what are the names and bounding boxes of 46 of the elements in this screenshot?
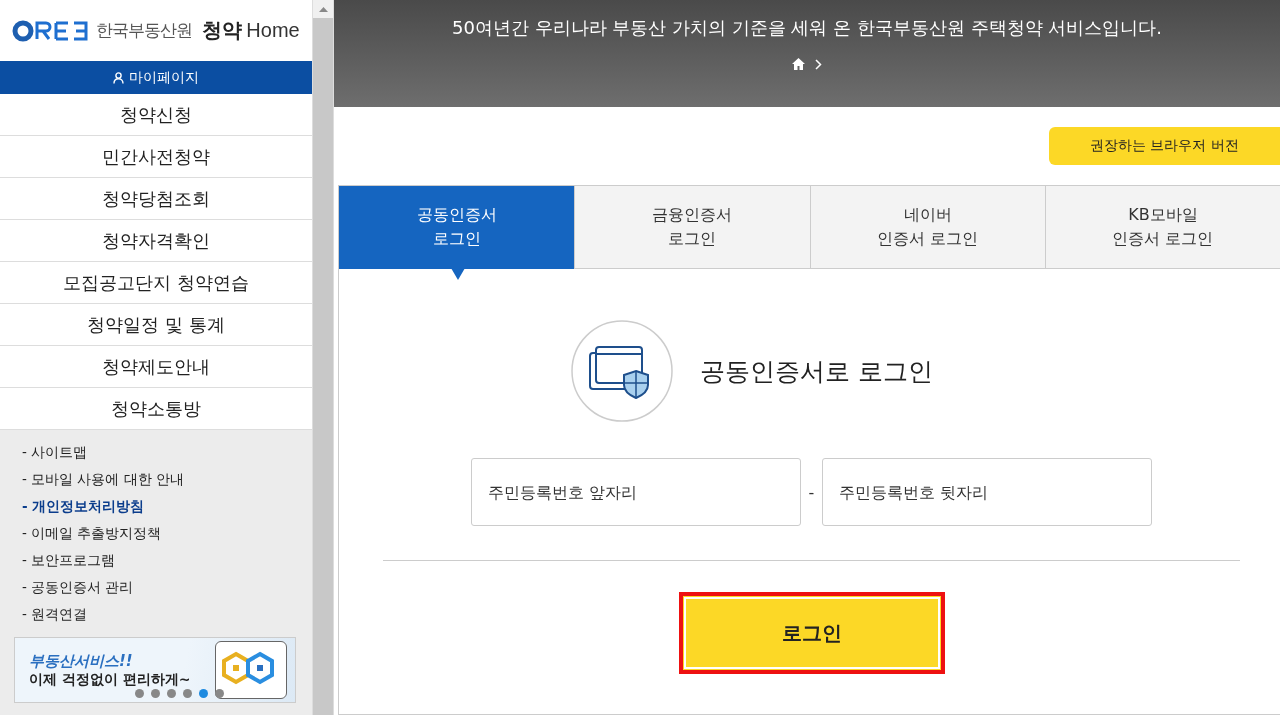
id-front-field[interactable]: 주민등록번호 앞자리 [470,458,801,526]
carousel-dot[interactable] [167,689,176,698]
login-tab[interactable]: 네이버 인증서 로그인 [809,186,1045,269]
login-tab[interactable]: 금융인증서 로그인 [574,186,810,269]
service-banner[interactable]: 부동산서비스!! 이제 걱정없이 편리하게~ [14,637,296,703]
banner-subtitle: 이제 걱정없이 편리하게~ [29,670,192,689]
certificate-shield-icon [570,319,674,423]
footer-link[interactable]: - 모바일 사용에 대한 안내 [22,469,312,490]
footer-link[interactable]: - 개인정보처리방침 [22,496,312,517]
logo-org-name: 한국부동산원 [96,19,193,42]
menu-item[interactable]: 모집공고단지 청약연습 [0,262,312,304]
mypage-button[interactable]: 마이페이지 [0,61,312,94]
carousel-dot[interactable] [135,689,144,698]
carousel-dot[interactable] [199,689,208,698]
browser-version-button[interactable]: 권장하는 브라우저 버전 [1049,127,1280,165]
person-icon [113,71,124,84]
home-icon[interactable] [792,58,805,70]
menu-item[interactable]: 청약신청 [0,94,312,136]
menu-item[interactable]: 청약자격확인 [0,220,312,262]
scrollbar[interactable] [312,0,333,715]
banner-title: 부동산서비스!! [29,651,134,671]
menu-item[interactable]: 청약일정 및 통계 [0,304,312,346]
login-tab[interactable]: KB모바일 인증서 로그인 [1044,186,1280,269]
menu-item[interactable]: 민간사전청약 [0,136,312,178]
scroll-up-icon[interactable] [318,6,328,12]
login-title: 공동인증서로 로그인 [700,355,933,388]
houses-icon [215,641,287,699]
carousel-dot[interactable] [151,689,160,698]
menu-item[interactable]: 청약소통방 [0,388,312,430]
login-button[interactable]: 로그인 [678,592,945,674]
footer-link[interactable]: - 사이트맵 [22,442,312,463]
chevron-right-icon [815,58,822,70]
footer-link[interactable]: - 보안프로그램 [22,550,312,571]
carousel-dot[interactable] [183,689,192,698]
logo-product-name: 청약 [202,17,243,44]
id-back-field[interactable]: 주민등록번호 뒷자리 [822,458,1153,526]
footer-link[interactable]: - 이메일 추출방지정책 [22,523,312,544]
menu-item[interactable]: 청약당첨조회 [0,178,312,220]
footer-link[interactable]: - 공동인증서 관리 [22,577,312,598]
logo-product-suffix: Home [246,19,300,42]
carousel-dot[interactable] [215,689,224,698]
separator-dash: - [808,482,815,502]
header-message: 50여년간 우리나라 부동산 가치의 기준을 세워 온 한국부동산원 주택청약 서비스입니다. [451,16,1163,40]
menu-item[interactable]: 청약제도안내 [0,346,312,388]
tab-pointer-icon [451,268,465,280]
footer-link[interactable]: - 원격연결 [22,604,312,625]
